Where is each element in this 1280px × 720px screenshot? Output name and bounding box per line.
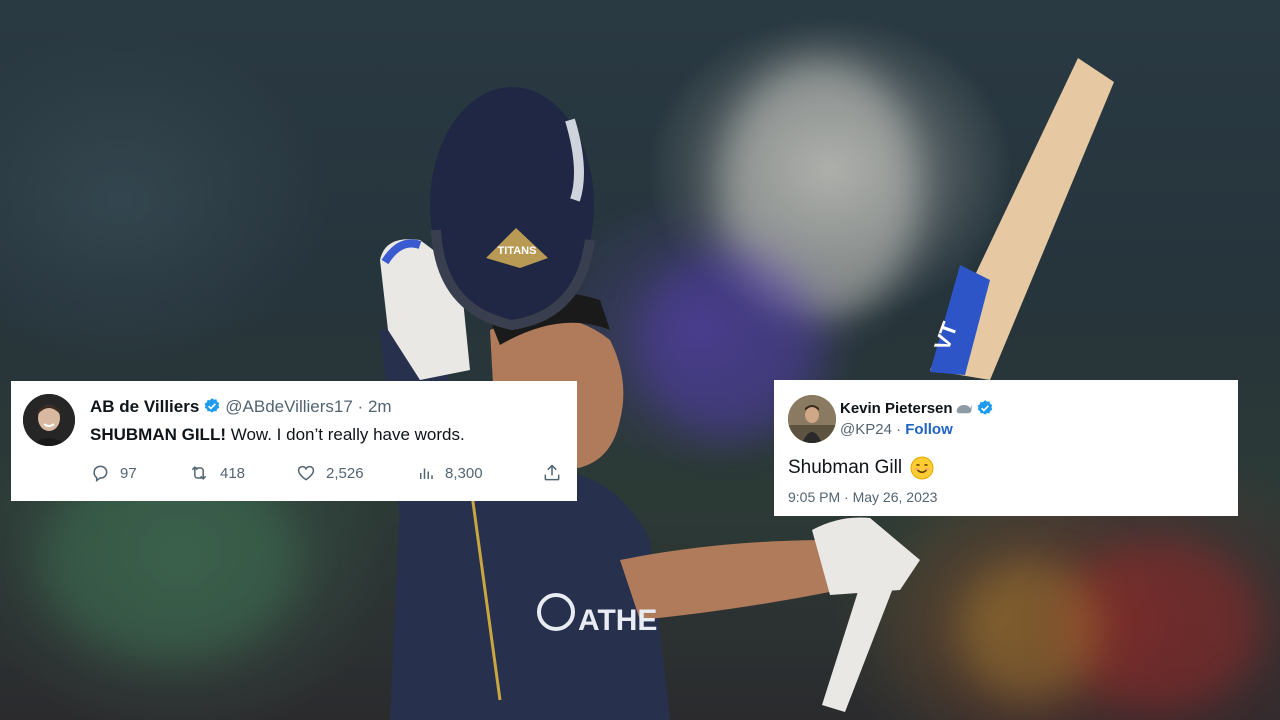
tweet-card-kevin-pietersen[interactable]: Kevin Pietersen @KP24 · Follow Shubman G…: [774, 380, 1238, 516]
tweet-actions: 97 418 2,526 8,300: [90, 461, 565, 485]
retweet-button[interactable]: 418: [188, 461, 245, 485]
cricketer-figure: TITANS ATHE VT: [380, 58, 1114, 720]
reply-count: 97: [120, 464, 137, 482]
avatar-portrait-icon: [788, 395, 836, 443]
author-handle[interactable]: @KP24: [840, 421, 892, 438]
views-chart-icon: [420, 468, 433, 479]
tweet-date: May 26, 2023: [852, 489, 938, 505]
views-button[interactable]: 8,300: [417, 461, 483, 485]
retweet-icon: [191, 466, 207, 480]
reply-icon: [93, 465, 108, 482]
jersey-text: ATHE: [578, 604, 657, 637]
avatar[interactable]: [788, 395, 836, 443]
tweet-card-ab-de-villiers[interactable]: AB de Villiers @ABdeVilliers17 · 2m SHUBM…: [11, 381, 577, 501]
tweet-header: AB de Villiers @ABdeVilliers17 · 2m: [90, 397, 392, 417]
author-name[interactable]: Kevin Pietersen: [840, 400, 953, 417]
like-button[interactable]: 2,526: [296, 461, 364, 485]
like-count: 2,526: [326, 464, 364, 482]
verified-badge-icon: [977, 400, 992, 415]
author-handle-line: @KP24 · Follow: [840, 421, 953, 438]
author-handle[interactable]: @ABdeVilliers17: [225, 397, 353, 416]
tweet-time[interactable]: 2m: [368, 397, 392, 416]
retweet-count: 418: [220, 464, 246, 482]
tweet-text: Shubman Gill: [788, 456, 934, 480]
separator-dot: ·: [896, 421, 902, 438]
reply-button[interactable]: 97: [90, 461, 137, 485]
background-photo: TITANS ATHE VT: [0, 0, 1280, 720]
heart-icon: [297, 465, 315, 481]
tweet-text: SHUBMAN GILL! Wow. I don’t really have w…: [90, 425, 465, 445]
author-name-line: Kevin Pietersen: [840, 399, 998, 417]
view-count: 8,300: [445, 464, 483, 482]
helmet-logo-text: TITANS: [498, 245, 537, 257]
share-button[interactable]: [542, 461, 572, 485]
rhino-icon: [956, 403, 972, 414]
tweet-text-bold: SHUBMAN GILL!: [90, 425, 226, 444]
smiling-face-emoji-icon: [910, 456, 934, 480]
verified-badge-icon: [204, 398, 220, 413]
share-icon: [544, 464, 560, 481]
separator-dot: ·: [357, 397, 364, 416]
tweet-timestamp[interactable]: 9:05 PM · May 26, 2023: [788, 489, 937, 505]
tweet-text-content: Shubman Gill: [788, 457, 903, 478]
avatar[interactable]: [23, 394, 75, 446]
follow-button[interactable]: Follow: [905, 421, 953, 438]
avatar-portrait-icon: [23, 394, 75, 446]
tweet-text-rest: Wow. I don’t really have words.: [225, 425, 465, 444]
tweet-time: 9:05 PM: [788, 489, 841, 505]
author-name[interactable]: AB de Villiers: [90, 397, 199, 416]
